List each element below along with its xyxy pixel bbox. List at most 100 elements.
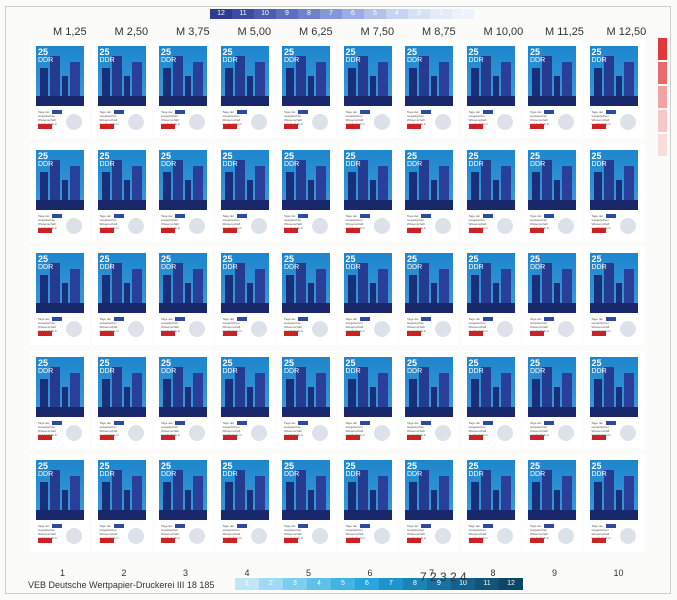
flag-icon [605, 110, 616, 114]
face-value: 25 [345, 47, 356, 57]
stamp: 25 DDR Tage der sowjetischen Wissenschaft … [399, 40, 459, 138]
map-icon [468, 227, 483, 233]
face-value: 25 [161, 150, 172, 161]
flag-icon [359, 420, 370, 425]
face-value: 25 [222, 254, 233, 264]
face-value: 25 [161, 461, 172, 471]
stamp-face: 25 DDR Tage der sowjetischen Wissenschaft … [528, 460, 576, 546]
flag-icon [298, 317, 308, 321]
map-icon [99, 434, 114, 440]
country-code: DDR [407, 264, 423, 271]
bottom-color-cell: 1 [235, 578, 259, 590]
stamp-face: 25 DDR Tage der sowjetischen Wissenschaft … [343, 149, 392, 236]
emblem-icon [312, 321, 328, 337]
stamp-face: 25 DDR Tage der sowjetischen Wissenschaft … [282, 46, 330, 132]
face-value: 25 [284, 461, 295, 471]
face-value: 25 [530, 461, 541, 471]
emblem-icon [373, 114, 390, 130]
stamp: 25 DDR Tage der sowjetischen Wissenschaft … [153, 247, 213, 345]
emblem-icon [373, 528, 390, 544]
flag-icon [421, 317, 431, 321]
face-value: 25 [99, 47, 110, 57]
map-icon [222, 124, 237, 129]
bottom-color-cell: 4 [307, 578, 331, 590]
flag-icon [298, 213, 308, 218]
map-icon [38, 538, 52, 543]
running-total-label: M 1,25 [53, 26, 87, 38]
face-value: 25 [591, 461, 602, 471]
face-value: 25 [407, 461, 418, 471]
country-code: DDR [99, 471, 115, 478]
flag-icon [175, 317, 185, 321]
stamp-face: 25 DDR Tage der sowjetischen Wissenschaft … [97, 46, 146, 132]
flag-icon [113, 110, 124, 114]
industrial-scene-image: 25 DDR [282, 460, 330, 520]
emblem-icon [66, 321, 82, 337]
face-value: 25 [468, 357, 479, 368]
industrial-scene-image: 25 DDR [528, 460, 576, 520]
emblem-icon [435, 114, 451, 130]
industrial-scene-image: 25 DDR [343, 149, 392, 210]
industrial-scene-image: 25 DDR [36, 149, 84, 210]
country-code: DDR [345, 57, 361, 64]
stamp-face: 25 DDR Tage der sowjetischen Wissenschaft … [282, 356, 330, 443]
industrial-scene-image: 25 DDR [405, 46, 453, 106]
emblem-icon [250, 528, 267, 544]
map-icon [161, 331, 175, 336]
emblem-icon [127, 528, 144, 544]
country-code: DDR [284, 264, 300, 271]
stamp-face: 25 DDR Tage der sowjetischen Wissenschaft … [36, 460, 84, 546]
face-value: 25 [591, 150, 602, 161]
face-value: 25 [222, 357, 233, 368]
flag-icon [236, 524, 247, 528]
industrial-scene-image: 25 DDR [466, 460, 515, 520]
map-icon [345, 331, 360, 336]
map-icon [222, 227, 237, 233]
emblem-icon [619, 217, 636, 234]
country-code: DDR [161, 367, 177, 375]
stamp-face: 25 DDR Tage der sowjetischen Wissenschaft … [159, 356, 207, 443]
map-icon [222, 538, 237, 543]
stamp: 25 DDR Tage der sowjetischen Wissenschaft … [583, 247, 644, 345]
country-code: DDR [38, 471, 54, 478]
flag-icon [175, 420, 185, 425]
stamp-face: 25 DDR Tage der sowjetischen Wissenschaft … [36, 253, 84, 339]
country-code: DDR [591, 471, 607, 478]
emblem-icon [250, 217, 267, 234]
stamp: 25 DDR Tage der sowjetischen Wissenschaft … [337, 40, 398, 138]
emblem-icon [496, 321, 513, 337]
map-icon [407, 331, 421, 336]
face-value: 25 [222, 461, 233, 471]
flag-icon [359, 524, 370, 528]
map-icon [468, 434, 483, 440]
industrial-scene-image: 25 DDR [36, 356, 84, 417]
emblem-icon [373, 217, 390, 234]
face-value: 25 [345, 150, 356, 161]
industrial-scene-image: 25 DDR [159, 356, 207, 417]
flag-icon [482, 213, 493, 218]
map-icon [591, 434, 606, 440]
emblem-icon [189, 321, 205, 337]
stamp: 25 DDR Tage der sowjetischen Wissenschaft … [583, 350, 644, 449]
stamp-face: 25 DDR Tage der sowjetischen Wissenschaft … [159, 46, 207, 132]
country-code: DDR [345, 471, 361, 478]
emblem-icon [66, 114, 82, 130]
industrial-scene-image: 25 DDR [405, 149, 453, 210]
industrial-scene-image: 25 DDR [343, 356, 392, 417]
stamp: 25 DDR Tage der sowjetischen Wissenschaft … [214, 350, 275, 449]
stamp: 25 DDR Tage der sowjetischen Wissenschaft … [522, 247, 582, 345]
flag-icon [52, 213, 62, 218]
flag-icon [236, 110, 247, 114]
counter-marks: 7 2 3 2 4 [420, 570, 467, 584]
country-code: DDR [468, 160, 484, 168]
stamp-face: 25 DDR Tage der sowjetischen Wissenschaft … [528, 46, 576, 132]
map-icon [591, 124, 606, 129]
face-value: 25 [99, 150, 110, 161]
stamp-face: 25 DDR Tage der sowjetischen Wissenschaft … [220, 46, 269, 132]
stamp-face: 25 DDR Tage der sowjetischen Wissenschaft … [220, 149, 269, 236]
running-total-label: M 8,75 [422, 26, 456, 38]
flag-icon [175, 213, 185, 218]
top-color-cell: 3 [408, 9, 430, 19]
face-value: 25 [284, 357, 295, 368]
map-icon [222, 331, 237, 336]
